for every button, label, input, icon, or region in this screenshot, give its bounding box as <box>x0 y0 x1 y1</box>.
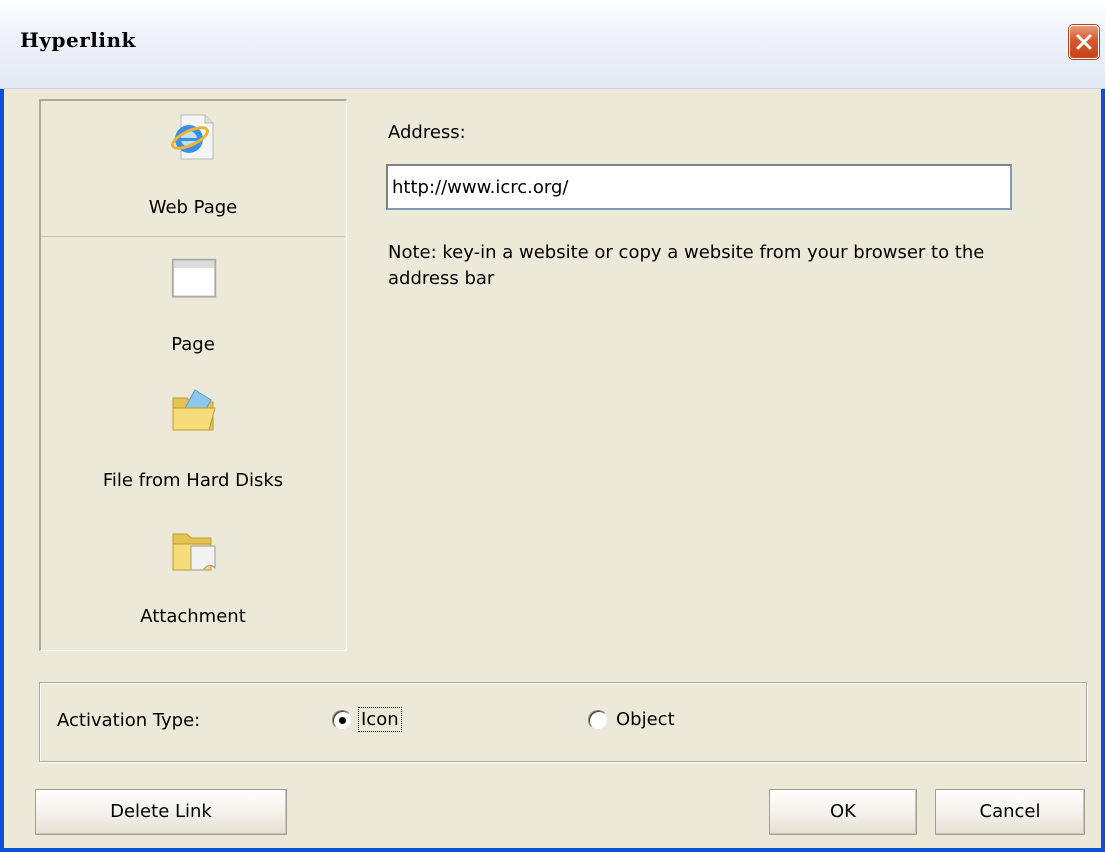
radio-label-icon: Icon <box>358 707 402 732</box>
address-note: Note: key-in a website or copy a website… <box>388 242 985 289</box>
radio-icon-option[interactable]: Icon <box>332 707 402 732</box>
nav-label-web-page: Web Page <box>148 197 238 218</box>
radio-object-option[interactable]: Object <box>588 709 675 730</box>
link-type-list: Web Page Page File from Hard Disks Attac… <box>39 99 347 651</box>
nav-item-file-from-hard-disks[interactable]: File from Hard Disks <box>41 374 345 510</box>
web-page-icon <box>171 114 214 160</box>
nav-item-attachment[interactable]: Attachment <box>41 510 345 646</box>
title-bar[interactable]: Hyperlink <box>0 0 1105 89</box>
folder-icon <box>172 389 216 431</box>
close-icon <box>1076 34 1092 50</box>
ok-button[interactable]: OK <box>769 789 917 835</box>
delete-link-button[interactable]: Delete Link <box>35 789 287 835</box>
activation-type-group: Activation Type: Icon Object <box>39 682 1087 762</box>
radio-label-object: Object <box>616 709 675 730</box>
address-input[interactable] <box>386 164 1012 210</box>
nav-label-page: Page <box>171 334 215 355</box>
activation-type-label: Activation Type: <box>57 710 201 731</box>
page-icon <box>171 258 217 298</box>
radio-button-checked[interactable] <box>332 709 352 730</box>
hyperlink-dialog: Hyperlink Web Page Page File from Hard D… <box>0 0 1105 852</box>
cancel-button[interactable]: Cancel <box>935 789 1085 835</box>
dialog-title: Hyperlink <box>20 28 136 52</box>
nav-label-attachment: Attachment <box>140 606 246 627</box>
radio-button-unchecked[interactable] <box>588 709 608 730</box>
nav-label-file-from-hard-disks: File from Hard Disks <box>102 470 284 491</box>
address-label: Address: <box>388 122 466 143</box>
attachment-folder-icon <box>172 533 216 571</box>
nav-item-web-page[interactable]: Web Page <box>41 101 345 237</box>
nav-item-page[interactable]: Page <box>41 238 345 374</box>
close-button[interactable] <box>1069 25 1099 59</box>
